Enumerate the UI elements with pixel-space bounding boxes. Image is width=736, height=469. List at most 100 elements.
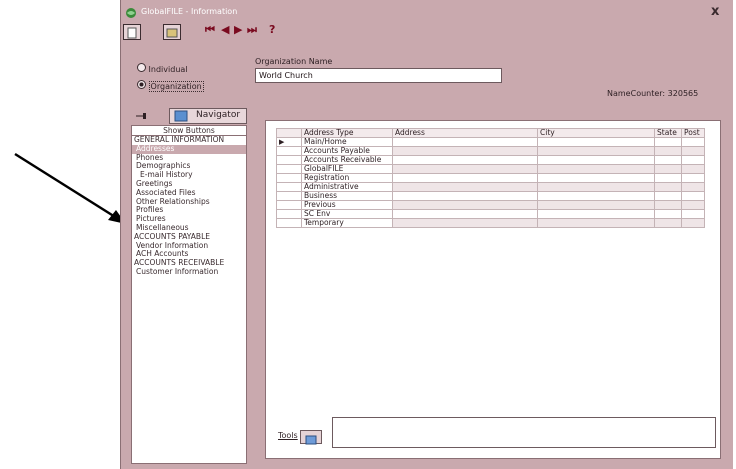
city-cell[interactable] <box>537 137 655 147</box>
current-row-icon: ▶ <box>279 138 285 146</box>
tools-area <box>332 417 716 448</box>
individual-radio[interactable]: Individual <box>137 63 188 74</box>
post-cell[interactable] <box>681 155 705 165</box>
table-row[interactable]: Temporary <box>276 218 705 228</box>
pin-icon[interactable] <box>135 112 147 120</box>
post-cell[interactable] <box>681 200 705 210</box>
post-cell[interactable] <box>681 137 705 147</box>
column-header[interactable]: City <box>537 128 655 138</box>
organization-radio-dot[interactable] <box>137 80 146 89</box>
navigator-item[interactable]: Customer Information <box>132 267 246 277</box>
address-cell[interactable] <box>392 146 538 156</box>
row-selector[interactable] <box>276 155 302 165</box>
tools-icon <box>305 435 317 445</box>
close-icon[interactable]: x <box>711 4 719 19</box>
city-cell[interactable] <box>537 173 655 183</box>
grid-body: ▶ Main/Home Accounts Payable Accounts Recei… <box>276 137 705 228</box>
address-type-cell[interactable]: Temporary <box>301 218 393 228</box>
name-counter-label: NameCounter: <box>607 89 666 98</box>
address-cell[interactable] <box>392 209 538 219</box>
navigator-panel: Show Buttons GENERAL INFORMATION Addresse… <box>131 125 247 464</box>
document-icon <box>127 27 137 39</box>
table-row[interactable]: Business <box>276 191 705 201</box>
city-cell[interactable] <box>537 200 655 210</box>
city-cell[interactable] <box>537 209 655 219</box>
address-cell[interactable] <box>392 182 538 192</box>
city-cell[interactable] <box>537 146 655 156</box>
save-icon <box>166 28 178 38</box>
help-button[interactable]: ? <box>269 23 275 36</box>
row-selector[interactable] <box>276 218 302 228</box>
address-cell[interactable] <box>392 164 538 174</box>
toolbar: ⏮ ◀ ▶ ⏭ ? <box>121 22 731 40</box>
column-header[interactable]: State <box>654 128 682 138</box>
individual-radio-dot[interactable] <box>137 63 146 72</box>
navigator-icon <box>174 110 188 122</box>
state-cell[interactable] <box>654 218 682 228</box>
address-cell[interactable] <box>392 218 538 228</box>
state-cell[interactable] <box>654 182 682 192</box>
annotation-arrow <box>14 152 126 224</box>
navigator-label: Navigator <box>196 110 241 120</box>
state-cell[interactable] <box>654 200 682 210</box>
first-record-icon[interactable]: ⏮ <box>205 23 215 37</box>
show-buttons-button[interactable]: Show Buttons <box>132 126 246 136</box>
address-cell[interactable] <box>392 155 538 165</box>
post-cell[interactable] <box>681 191 705 201</box>
navigator-list: GENERAL INFORMATION Addresses Phones Demogr… <box>132 135 246 277</box>
addresses-grid: Address Type Address City State Post ▶ Ma… <box>276 128 705 228</box>
org-name-field[interactable]: World Church <box>255 68 502 83</box>
next-record-icon[interactable]: ▶ <box>234 23 242 36</box>
address-cell[interactable] <box>392 191 538 201</box>
city-cell[interactable] <box>537 218 655 228</box>
name-counter-value: 320565 <box>667 89 699 98</box>
state-cell[interactable] <box>654 173 682 183</box>
app-globe-icon <box>126 8 136 18</box>
tools-button[interactable] <box>300 430 322 445</box>
addresses-panel: Address Type Address City State Post ▶ Ma… <box>265 120 721 459</box>
save-button[interactable] <box>163 24 181 40</box>
state-cell[interactable] <box>654 146 682 156</box>
row-selector[interactable] <box>276 173 302 183</box>
address-cell[interactable] <box>392 137 538 147</box>
state-cell[interactable] <box>654 155 682 165</box>
table-row[interactable]: Previous <box>276 200 705 210</box>
state-cell[interactable] <box>654 191 682 201</box>
tools-label: Tools <box>278 431 298 440</box>
row-selector[interactable] <box>276 164 302 174</box>
state-cell[interactable] <box>654 209 682 219</box>
column-header[interactable]: Address <box>392 128 538 138</box>
navigator-button[interactable]: Navigator <box>169 108 247 124</box>
city-cell[interactable] <box>537 191 655 201</box>
post-cell[interactable] <box>681 164 705 174</box>
city-cell[interactable] <box>537 182 655 192</box>
table-row[interactable]: Administrative <box>276 182 705 192</box>
window-title: GlobalFILE - Information <box>141 7 238 16</box>
address-cell[interactable] <box>392 173 538 183</box>
address-cell[interactable] <box>392 200 538 210</box>
row-selector[interactable] <box>276 182 302 192</box>
post-cell[interactable] <box>681 173 705 183</box>
individual-label: Individual <box>148 65 188 74</box>
city-cell[interactable] <box>537 155 655 165</box>
city-cell[interactable] <box>537 164 655 174</box>
column-header[interactable]: Post <box>681 128 705 138</box>
row-selector[interactable] <box>276 191 302 201</box>
row-selector-header <box>276 128 302 138</box>
name-counter: NameCounter: 320565 <box>607 89 698 98</box>
post-cell[interactable] <box>681 146 705 156</box>
new-record-button[interactable] <box>123 24 141 40</box>
last-record-icon[interactable]: ⏭ <box>247 23 257 37</box>
post-cell[interactable] <box>681 209 705 219</box>
organization-radio[interactable]: Organization <box>137 80 204 92</box>
row-selector[interactable] <box>276 209 302 219</box>
state-cell[interactable] <box>654 164 682 174</box>
row-selector[interactable]: ▶ <box>276 137 302 147</box>
state-cell[interactable] <box>654 137 682 147</box>
post-cell[interactable] <box>681 218 705 228</box>
prev-record-icon[interactable]: ◀ <box>221 23 229 36</box>
row-selector[interactable] <box>276 146 302 156</box>
post-cell[interactable] <box>681 182 705 192</box>
row-selector[interactable] <box>276 200 302 210</box>
app-window: GlobalFILE - Information x ⏮ ◀ ▶ ⏭ ? Ind… <box>120 0 733 469</box>
